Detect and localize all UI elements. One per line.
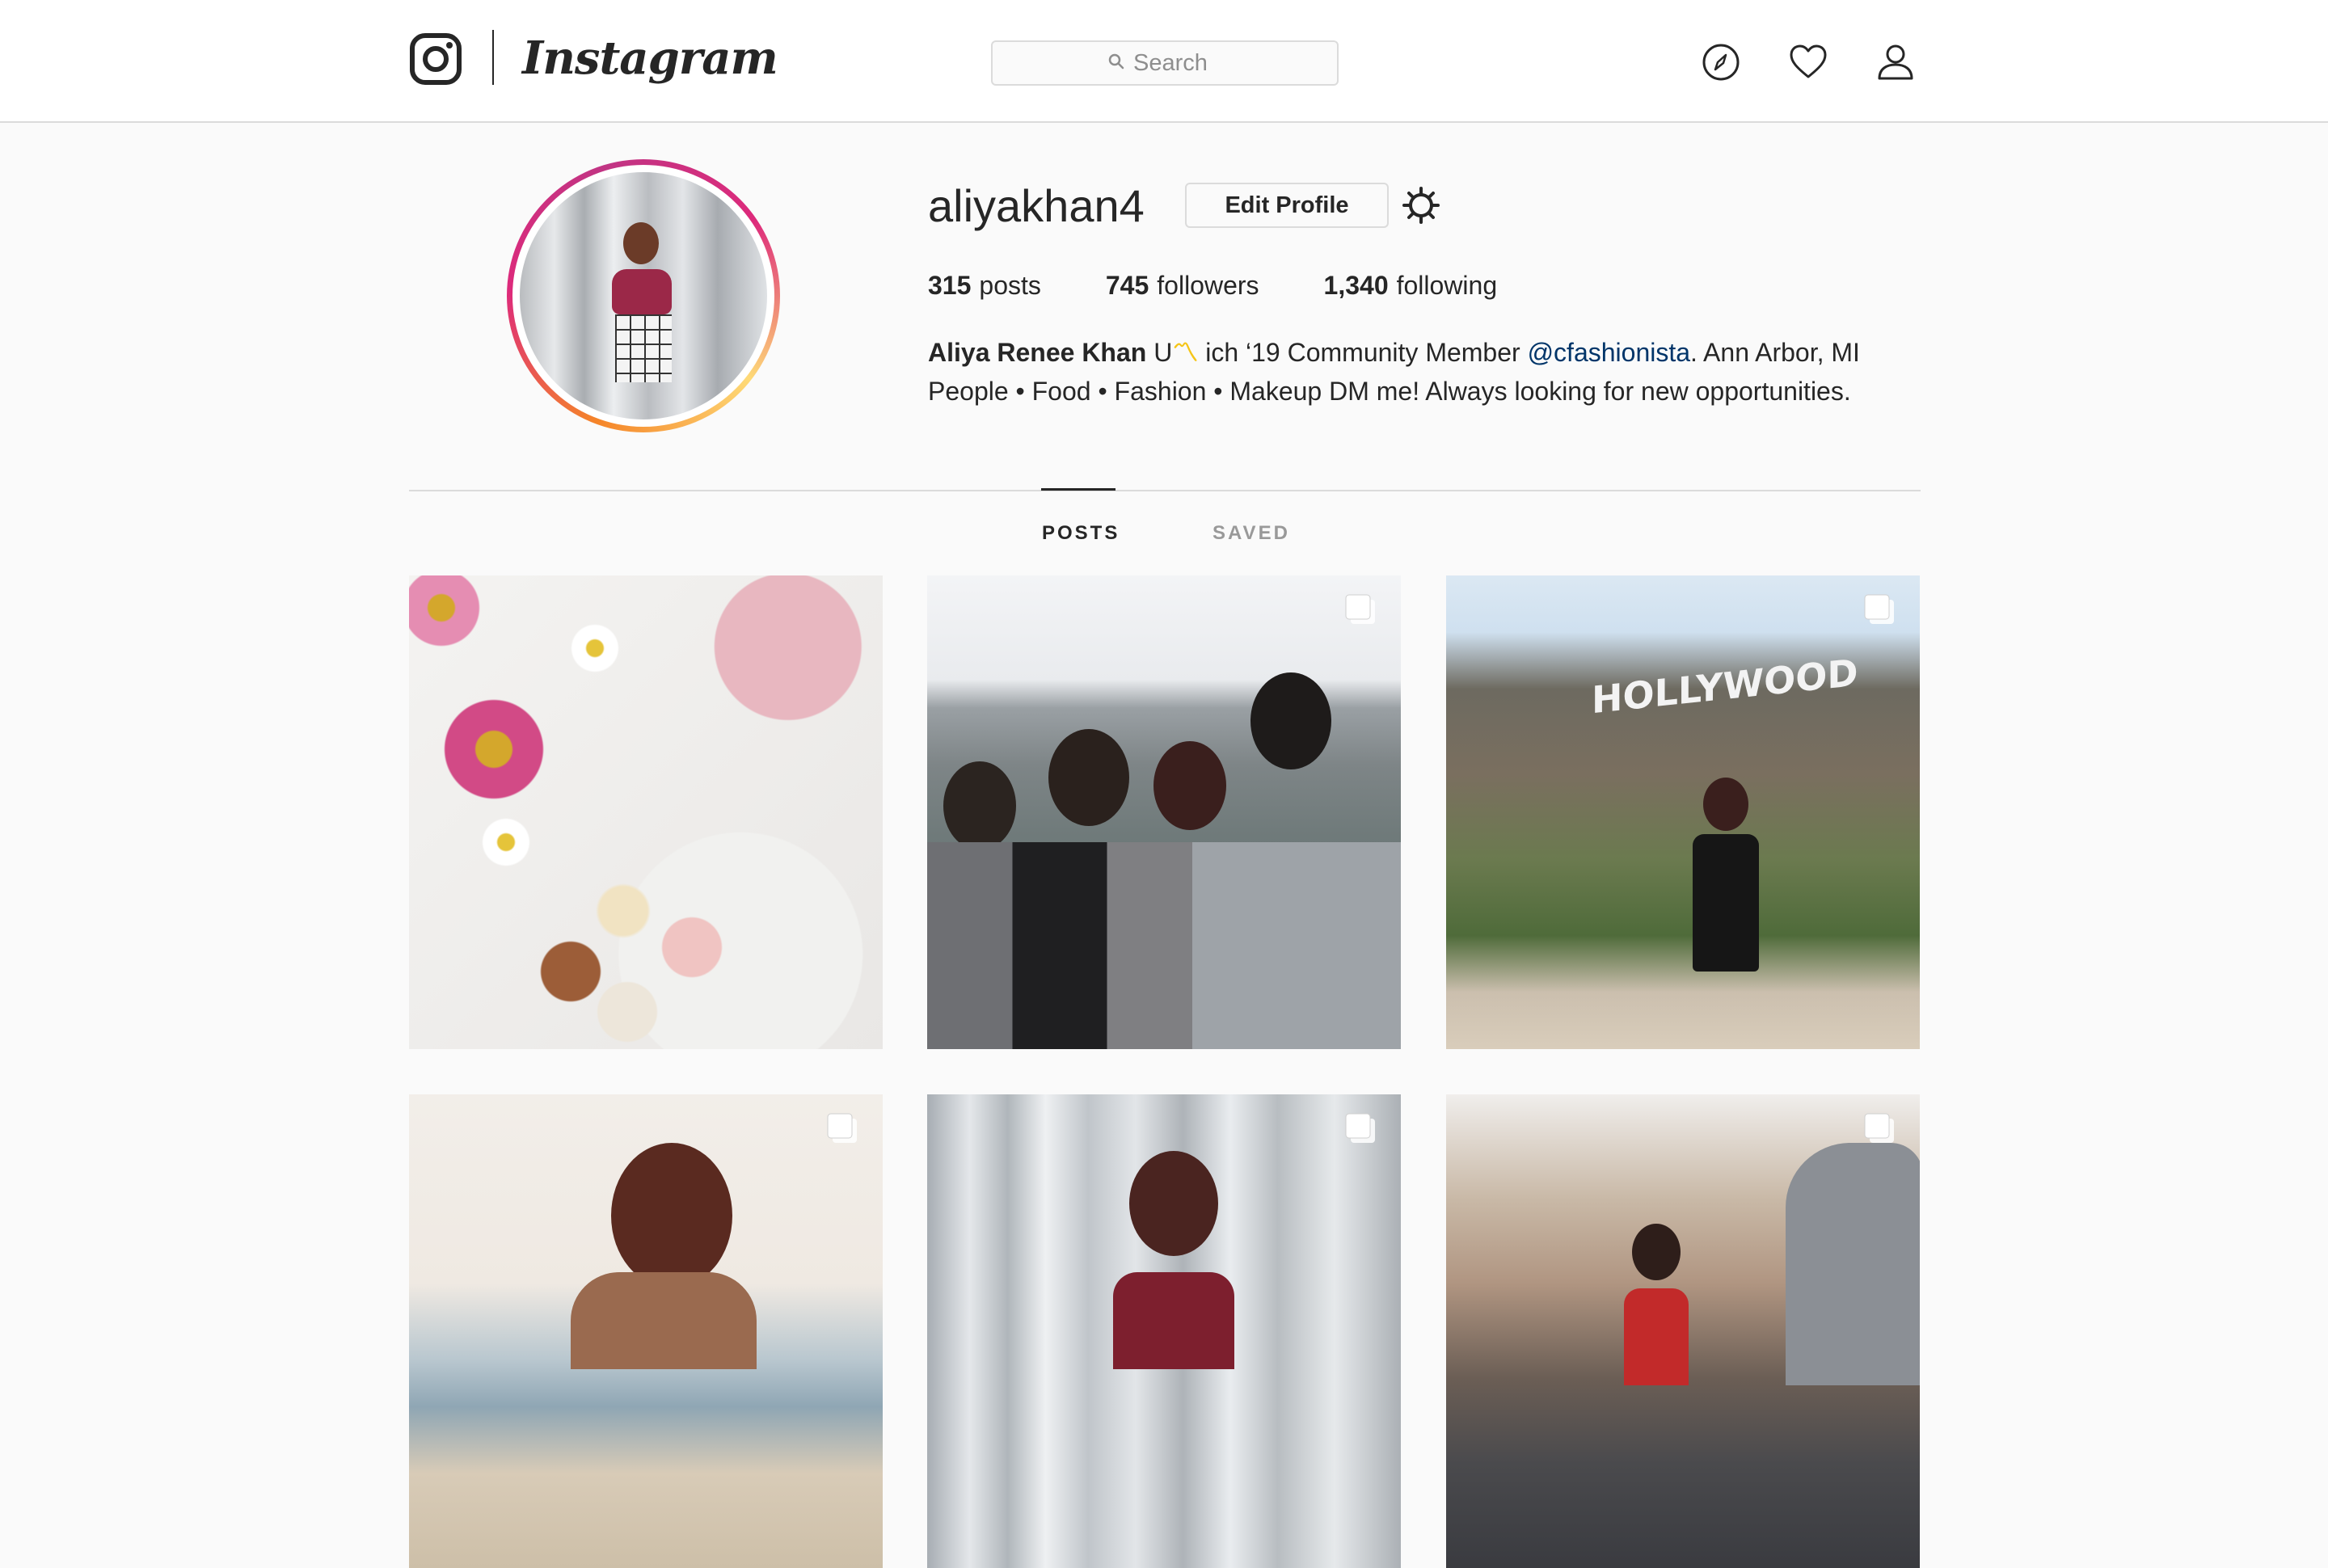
- explore-compass-icon[interactable]: [1701, 42, 1741, 82]
- person-head: [1153, 741, 1226, 830]
- avatar-figure-skirt: [615, 314, 672, 382]
- posts-label: posts: [979, 270, 1041, 300]
- person-head: [1129, 1151, 1218, 1256]
- followers-count[interactable]: 745: [1106, 271, 1149, 301]
- profile-stats: 315 posts 745 followers 1,340 following: [928, 265, 1497, 306]
- daisy: [482, 818, 530, 866]
- tab-posts[interactable]: POSTS: [1042, 517, 1120, 550]
- search-icon: [1107, 53, 1125, 74]
- gear-icon[interactable]: [1402, 186, 1440, 225]
- pink-flower: [441, 697, 546, 802]
- followers-label[interactable]: followers: [1157, 271, 1259, 301]
- instagram-glyph-icon[interactable]: [409, 32, 462, 86]
- multiple-photos-icon: [1862, 592, 1899, 629]
- bio-text: U: [1146, 338, 1173, 367]
- post-thumbnail-flowers[interactable]: [409, 575, 883, 1049]
- macaron: [595, 980, 660, 1044]
- post-thumbnail-friends[interactable]: [927, 575, 1401, 1049]
- daisy: [571, 624, 619, 672]
- post-thumbnail-lamp-posts[interactable]: [927, 1094, 1401, 1568]
- followers-stat[interactable]: 745 followers: [1106, 271, 1259, 301]
- bio-text: ich ‘19 Community Member: [1198, 338, 1528, 367]
- person-head: [1703, 778, 1748, 831]
- maroon-top: [1113, 1272, 1234, 1369]
- post-thumbnail-beach[interactable]: [409, 1094, 883, 1568]
- bio-line-1: Aliya Renee Khan U〽 ich ‘19 Community Me…: [928, 333, 1930, 372]
- instagram-wordmark[interactable]: Instagram: [522, 24, 778, 92]
- tab-saved[interactable]: SAVED: [1212, 517, 1290, 550]
- search-input[interactable]: [1133, 49, 1222, 77]
- multiple-photos-icon: [824, 1111, 862, 1148]
- red-top: [1624, 1288, 1689, 1385]
- multiple-photos-icon: [1862, 1111, 1899, 1148]
- person-head: [1048, 729, 1129, 826]
- profile-person-icon[interactable]: [1875, 42, 1916, 82]
- shoulders: [571, 1272, 757, 1369]
- profile-username: aliyakhan4: [928, 180, 1145, 231]
- post-thumbnail-hollywood[interactable]: HOLLYWOOD: [1446, 575, 1920, 1049]
- search-box[interactable]: [991, 40, 1339, 86]
- activity-heart-icon[interactable]: [1788, 42, 1828, 82]
- hollywood-sign-text: HOLLYWOOD: [1592, 650, 1858, 723]
- macaron: [595, 883, 652, 939]
- person-head: [611, 1143, 732, 1288]
- macaron: [660, 915, 724, 980]
- avatar: [520, 172, 767, 419]
- multiple-photos-icon: [1343, 592, 1380, 629]
- macaron: [538, 939, 603, 1004]
- person-head: [1632, 1224, 1681, 1280]
- black-dress: [1693, 834, 1759, 972]
- post-thumbnail-street[interactable]: [1446, 1094, 1920, 1568]
- profile-bio: Aliya Renee Khan U〽 ich ‘19 Community Me…: [928, 333, 1930, 411]
- bio-emoji: 〽: [1172, 338, 1199, 367]
- logo-divider: [492, 30, 494, 85]
- following-label[interactable]: following: [1397, 271, 1498, 301]
- top-navigation-bar: Instagram: [0, 0, 2328, 123]
- following-count[interactable]: 1,340: [1324, 271, 1389, 301]
- edit-profile-button[interactable]: Edit Profile: [1185, 183, 1389, 228]
- multiple-photos-icon: [1343, 1111, 1380, 1148]
- person-head: [1250, 672, 1331, 769]
- active-tab-indicator: [1041, 488, 1116, 491]
- profile-full-name: Aliya Renee Khan: [928, 338, 1147, 367]
- avatar-figure-top: [612, 269, 672, 314]
- pink-flower: [409, 575, 482, 648]
- group-bodies: [927, 842, 1401, 1049]
- bio-text: . Ann Arbor, MI: [1690, 338, 1860, 367]
- posts-count: 315: [928, 270, 972, 300]
- foreground-person: [1786, 1143, 1920, 1385]
- posts-stat: 315 posts: [928, 271, 1041, 301]
- avatar-figure-head: [623, 222, 659, 264]
- bio-mention-link[interactable]: @cfashionista: [1528, 338, 1690, 367]
- avatar-frame: [512, 165, 774, 427]
- bio-line-2: People • Food • Fashion • Makeup DM me! …: [928, 377, 1851, 406]
- tabs-divider: [409, 490, 1921, 491]
- following-stat[interactable]: 1,340 following: [1324, 271, 1498, 301]
- person-head: [943, 761, 1016, 850]
- profile-avatar-story-ring[interactable]: [507, 159, 780, 432]
